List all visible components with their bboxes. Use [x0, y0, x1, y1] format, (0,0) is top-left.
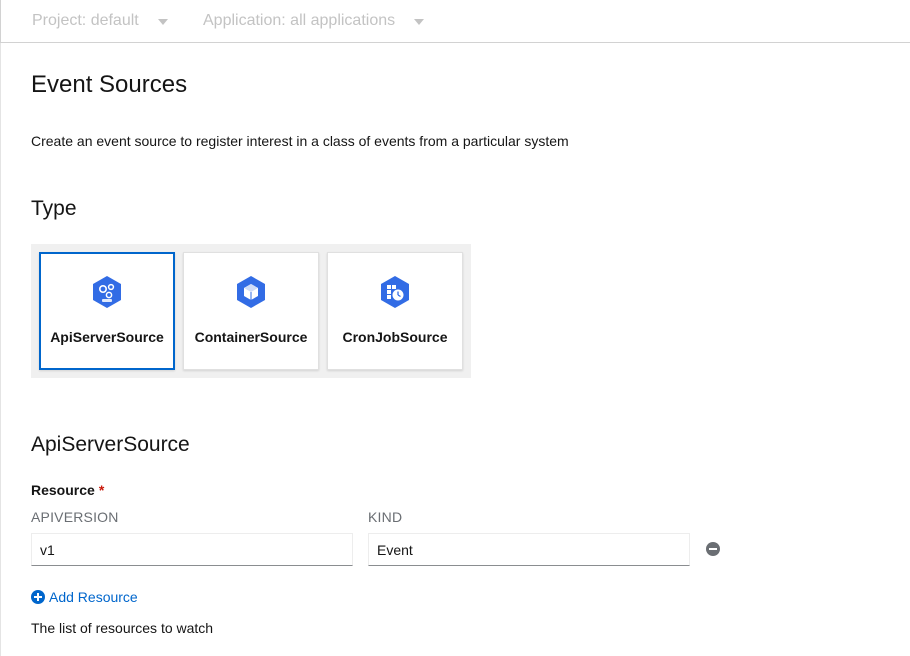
- application-selector[interactable]: Application: all applications: [203, 12, 425, 30]
- resource-label: Resource *: [31, 482, 104, 498]
- page-description: Create an event source to register inter…: [31, 133, 569, 149]
- apiversion-input[interactable]: [31, 533, 353, 566]
- source-type-tiles: ApiServerSource ContainerSource CronJobS…: [31, 244, 471, 378]
- page-title: Event Sources: [31, 71, 188, 98]
- tile-apiserversource[interactable]: ApiServerSource: [39, 252, 175, 370]
- tile-cronjobsource[interactable]: CronJobSource: [327, 252, 463, 370]
- plus-circle-icon: [31, 590, 45, 604]
- apiversion-column-label: APIVERSION: [31, 509, 119, 525]
- add-resource-label: Add Resource: [49, 589, 138, 605]
- container-source-icon: [237, 276, 265, 308]
- add-resource-button[interactable]: Add Resource: [31, 589, 138, 605]
- project-selector[interactable]: Project: default: [32, 12, 168, 30]
- kind-input[interactable]: [368, 533, 690, 566]
- type-heading: Type: [31, 197, 77, 220]
- nav-divider: [0, 43, 1, 656]
- required-marker: *: [98, 482, 105, 498]
- resource-label-text: Resource: [31, 482, 95, 498]
- remove-resource-icon[interactable]: [706, 542, 720, 556]
- tile-label: ContainerSource: [194, 329, 308, 345]
- project-selector-label: Project: default: [32, 12, 139, 29]
- caret-down-icon: [157, 18, 168, 25]
- cron-job-source-icon: [381, 276, 409, 308]
- tile-label: ApiServerSource: [50, 329, 164, 345]
- caret-down-icon: [414, 18, 425, 25]
- application-selector-label: Application: all applications: [203, 12, 396, 29]
- api-server-source-icon: [93, 276, 121, 308]
- kind-column-label: KIND: [368, 509, 403, 525]
- tile-containersource[interactable]: ContainerSource: [183, 252, 319, 370]
- tile-label: CronJobSource: [342, 329, 448, 345]
- form-heading: ApiServerSource: [31, 433, 190, 456]
- resource-helper-text: The list of resources to watch: [31, 620, 214, 636]
- context-bar: Project: default Application: all applic…: [0, 0, 910, 43]
